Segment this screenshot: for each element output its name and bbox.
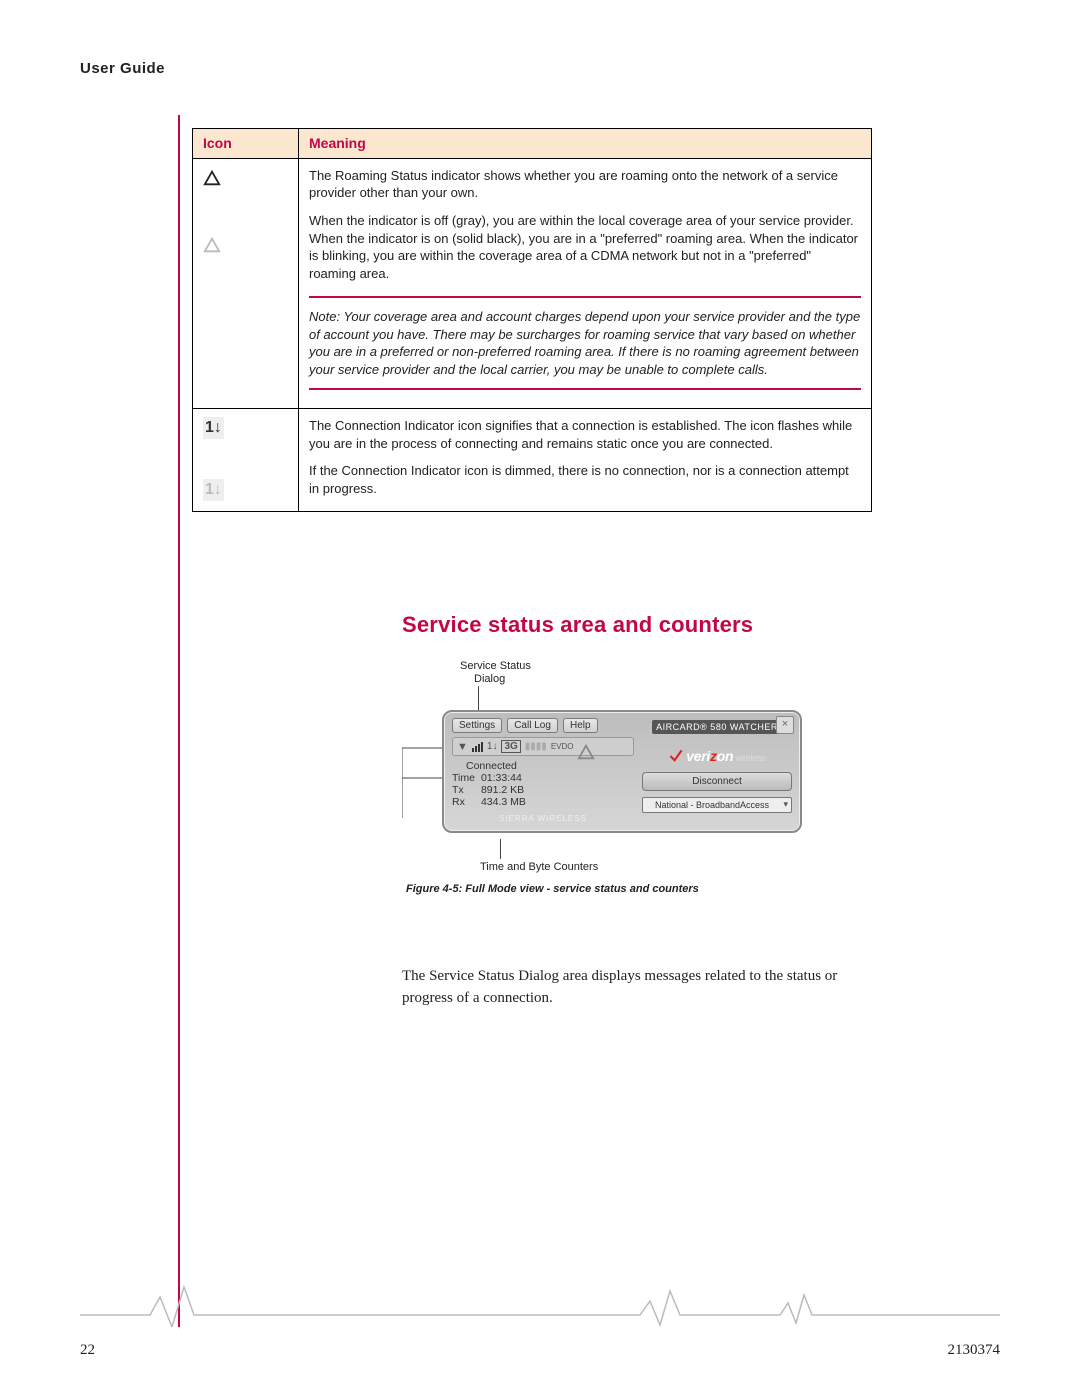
network-dropdown[interactable]: National - BroadbandAccess bbox=[642, 797, 792, 813]
figure-caption: Figure 4-5: Full Mode view - service sta… bbox=[406, 883, 872, 895]
status-icons: ▼ 1↓ 3G ▮▮▮▮ EVDO bbox=[452, 737, 634, 756]
call-log-button[interactable]: Call Log bbox=[507, 718, 558, 733]
verizon-logo: verizonwireless bbox=[642, 748, 792, 764]
roaming-icon bbox=[203, 169, 221, 187]
signal-icon bbox=[472, 742, 483, 752]
table-header-meaning: Meaning bbox=[299, 129, 872, 159]
table-row: 1↓ 1↓ The Connection Indicator icon sign… bbox=[193, 409, 872, 511]
time-label: Time bbox=[452, 772, 481, 784]
body-paragraph: The Service Status Dialog area displays … bbox=[402, 966, 872, 1010]
disconnect-button[interactable]: Disconnect bbox=[642, 772, 792, 791]
watcher-window: × Settings Call Log Help ▼ 1↓ 3G ▮▮▮▮ EV… bbox=[442, 710, 802, 833]
close-icon[interactable]: × bbox=[776, 716, 794, 734]
antenna-icon: ▼ bbox=[457, 741, 468, 753]
connection-icon: 1↓ bbox=[203, 417, 224, 439]
battery-icon: ▮▮▮▮ bbox=[525, 741, 547, 752]
icon-meaning-table: Icon Meaning The Roaming Status indicato… bbox=[192, 128, 872, 512]
roaming-note: Note: Your coverage area and account cha… bbox=[309, 296, 861, 390]
connection-arrows-icon: 1↓ bbox=[487, 741, 498, 752]
section-heading: Service status area and counters bbox=[402, 612, 753, 638]
settings-button[interactable]: Settings bbox=[452, 718, 502, 733]
aircard-badge: AIRCARD® 580 WATCHER bbox=[652, 720, 782, 734]
connection-desc-1: The Connection Indicator icon signifies … bbox=[309, 417, 861, 452]
doc-number: 2130374 bbox=[948, 1342, 1001, 1359]
figure: Service Status Dialog × Settings Call Lo… bbox=[402, 660, 872, 895]
connection-icon-dim: 1↓ bbox=[203, 479, 224, 501]
decorative-ekg-line bbox=[80, 1267, 1000, 1327]
roaming-icon-small bbox=[577, 743, 589, 755]
evdo-label: EVDO bbox=[551, 742, 574, 751]
tx-value: 891.2 KB bbox=[481, 784, 532, 796]
connection-desc-2: If the Connection Indicator icon is dimm… bbox=[309, 462, 861, 497]
time-value: 01:33:44 bbox=[481, 772, 532, 784]
vertical-rule bbox=[178, 115, 180, 1327]
callout-service-status: Service Status Dialog bbox=[460, 660, 872, 710]
tx-label: Tx bbox=[452, 784, 481, 796]
rx-value: 434.3 MB bbox=[481, 796, 532, 808]
status-lines: Connected Time01:33:44 Tx891.2 KB Rx434.… bbox=[452, 760, 634, 808]
callout-counters: Time and Byte Counters bbox=[480, 839, 872, 873]
connected-label: Connected bbox=[466, 760, 634, 772]
table-header-icon: Icon bbox=[193, 129, 299, 159]
help-button[interactable]: Help bbox=[563, 718, 598, 733]
roaming-desc-2: When the indicator is off (gray), you ar… bbox=[309, 212, 861, 282]
rx-label: Rx bbox=[452, 796, 481, 808]
table-row: The Roaming Status indicator shows wheth… bbox=[193, 158, 872, 408]
page-number: 22 bbox=[80, 1342, 95, 1359]
network-3g-icon: 3G bbox=[501, 740, 520, 753]
sierra-wireless-label: SIERRA WIRELESS bbox=[452, 814, 634, 823]
roaming-desc-1: The Roaming Status indicator shows wheth… bbox=[309, 167, 861, 202]
running-head: User Guide bbox=[80, 60, 1000, 77]
roaming-icon-off bbox=[203, 236, 221, 254]
